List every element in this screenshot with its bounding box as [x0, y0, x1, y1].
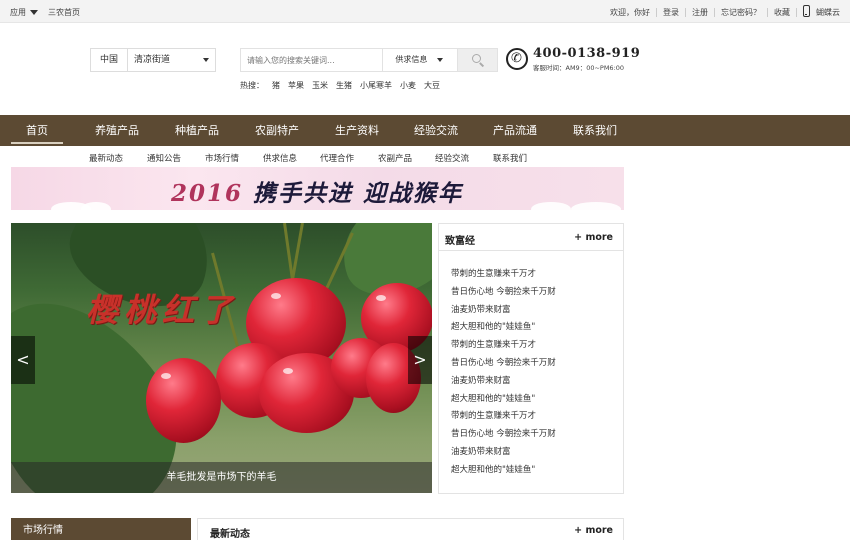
hotline: 400-0138-919 客服时间：AM9：00~PM6:00 [506, 46, 640, 72]
slide-caption[interactable]: 羊毛批发是市场下的羊毛 [11, 462, 432, 493]
favorite-link[interactable]: 收藏 [774, 7, 790, 18]
subnav-item[interactable]: 供求信息 [263, 152, 297, 164]
mobile-link[interactable]: 蝴蝶云 [816, 7, 840, 18]
panel-header: 致富经 + more [439, 224, 623, 251]
image-slider[interactable]: 樱桃红了 < > 羊毛批发是市场下的羊毛 [11, 223, 432, 493]
hot-word[interactable]: 大豆 [424, 80, 440, 91]
cherry [146, 358, 221, 443]
slide-title: 樱桃红了 [86, 291, 239, 329]
divider [656, 8, 657, 17]
search-input[interactable] [241, 49, 383, 71]
search-category-select[interactable]: 供求信息 [382, 49, 457, 71]
list-item[interactable]: 油麦奶带来财富 [451, 444, 623, 462]
news-title: 最新动态 [210, 529, 250, 540]
news-more-link[interactable]: + more [574, 525, 613, 536]
slider-next-button[interactable]: > [408, 336, 432, 384]
divider [685, 8, 686, 17]
article-list: 带刺的生意赚来千万才 昔日伤心地 今朝捡来千万财 油麦奶带来财富 超大胆和他的"… [439, 251, 623, 480]
login-link[interactable]: 登录 [663, 7, 679, 18]
sub-nav: 最新动态 通知公告 市场行情 供求信息 代理合作 农副产品 经验交流 联系我们 [0, 146, 850, 168]
list-item[interactable]: 昔日伤心地 今朝捡来千万财 [451, 284, 623, 302]
top-bar: 应用 三农首页 欢迎，你好 登录 注册 忘记密码？ 收藏 蝴蝶云 [0, 0, 850, 23]
nav-item-circulation[interactable]: 产品流通 [486, 115, 544, 146]
register-link[interactable]: 注册 [692, 7, 708, 18]
list-item[interactable]: 油麦奶带来财富 [451, 373, 623, 391]
subnav-item[interactable]: 最新动态 [89, 152, 123, 164]
phone-icon [506, 48, 528, 70]
shine-decoration [271, 293, 281, 299]
slider-prev-button[interactable]: < [11, 336, 35, 384]
cloud-decoration [571, 202, 621, 210]
more-link[interactable]: + more [574, 232, 613, 243]
dropdown-arrow-icon [437, 58, 444, 62]
list-item[interactable]: 昔日伤心地 今朝捡来千万财 [451, 355, 623, 373]
hot-word[interactable]: 小麦 [400, 80, 416, 91]
subnav-item[interactable]: 联系我们 [493, 152, 527, 164]
market-section-header[interactable]: 市场行情 [11, 518, 191, 540]
nav-item-materials[interactable]: 生产资料 [328, 115, 386, 146]
caret-down-icon[interactable] [30, 10, 38, 15]
search-button[interactable] [457, 49, 497, 71]
mobile-phone-icon [803, 5, 810, 17]
subnav-item[interactable]: 市场行情 [205, 152, 239, 164]
subnav-item[interactable]: 通知公告 [147, 152, 181, 164]
subnav-item[interactable]: 经验交流 [435, 152, 469, 164]
list-item[interactable]: 带刺的生意赚来千万才 [451, 266, 623, 284]
list-item[interactable]: 油麦奶带来财富 [451, 302, 623, 320]
subnav-item[interactable]: 代理合作 [320, 152, 354, 164]
region-dropdown-value: 清凉街道 [134, 55, 171, 65]
service-time: 客服时间：AM9：00~PM6:00 [533, 64, 625, 72]
cloud-decoration [81, 202, 111, 210]
list-item[interactable]: 超大胆和他的"娃娃鱼" [451, 462, 623, 480]
nav-item-specialty[interactable]: 农副特产 [248, 115, 306, 146]
list-item[interactable]: 带刺的生意赚来千万才 [451, 408, 623, 426]
hot-word[interactable]: 玉米 [312, 80, 328, 91]
search-bar: 供求信息 [240, 48, 498, 72]
apps-menu[interactable]: 应用 [10, 7, 26, 18]
divider [714, 8, 715, 17]
list-item[interactable]: 昔日伤心地 今朝捡来千万财 [451, 426, 623, 444]
region-selector: 中国 清凉街道 [90, 48, 216, 72]
nav-item-experience[interactable]: 经验交流 [407, 115, 465, 146]
subnav-item[interactable]: 农副产品 [378, 152, 412, 164]
forgot-password-link[interactable]: 忘记密码？ [721, 7, 761, 18]
dropdown-arrow-icon [203, 58, 209, 62]
nav-item-contact[interactable]: 联系我们 [566, 115, 624, 146]
hotline-number: 400-0138-919 [533, 46, 641, 61]
hot-word[interactable]: 生猪 [336, 80, 352, 91]
promo-banner[interactable]: 2016 携手共进 迎战猴年 [11, 167, 624, 210]
hot-word[interactable]: 猪 [272, 80, 280, 91]
hot-search: 热搜： 猪 苹果 玉米 生猪 小尾寒羊 小麦 大豆 [240, 80, 448, 91]
banner-slogan: 2016 携手共进 迎战猴年 [171, 174, 463, 208]
fortune-panel: 致富经 + more 带刺的生意赚来千万才 昔日伤心地 今朝捡来千万财 油麦奶带… [438, 223, 624, 494]
nav-item-home[interactable]: 首页 [11, 115, 63, 146]
search-icon [472, 54, 482, 63]
panel-title: 致富经 [445, 236, 475, 247]
page: 应用 三农首页 欢迎，你好 登录 注册 忘记密码？ 收藏 蝴蝶云 中国 清凉街道 [0, 0, 850, 540]
nav-item-breeding[interactable]: 养殖产品 [88, 115, 146, 146]
hot-word[interactable]: 苹果 [288, 80, 304, 91]
list-item[interactable]: 超大胆和他的"娃娃鱼" [451, 319, 623, 337]
home-link[interactable]: 三农首页 [48, 7, 80, 18]
divider [767, 8, 768, 17]
divider [796, 8, 797, 17]
cloud-decoration [531, 202, 571, 210]
hot-search-label: 热搜： [240, 81, 264, 90]
search-category-value: 供求信息 [395, 55, 428, 64]
shine-decoration [283, 368, 293, 374]
main-nav: 首页 养殖产品 种植产品 农副特产 生产资料 经验交流 产品流通 联系我们 [0, 115, 850, 146]
shine-decoration [376, 295, 386, 301]
region-country[interactable]: 中国 [91, 49, 128, 71]
welcome-text: 欢迎，你好 [610, 8, 650, 17]
hot-word[interactable]: 小尾寒羊 [360, 80, 392, 91]
nav-item-planting[interactable]: 种植产品 [168, 115, 226, 146]
list-item[interactable]: 带刺的生意赚来千万才 [451, 337, 623, 355]
region-dropdown[interactable]: 清凉街道 [128, 49, 215, 71]
shine-decoration [161, 373, 171, 379]
news-section-header: 最新动态 + more [197, 518, 624, 540]
banner-text: 携手共进 迎战猴年 [253, 180, 464, 207]
list-item[interactable]: 超大胆和他的"娃娃鱼" [451, 391, 623, 409]
banner-year: 2016 [171, 180, 244, 207]
